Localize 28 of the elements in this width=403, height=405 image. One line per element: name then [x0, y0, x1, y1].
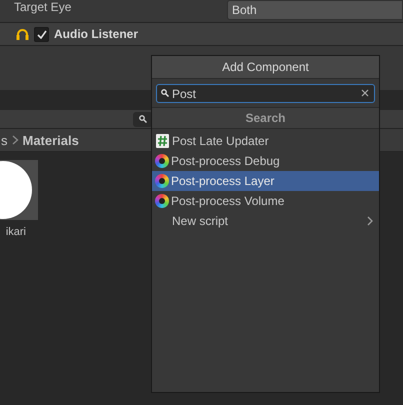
aperture-icon	[155, 194, 169, 208]
menu-item[interactable]: Post-process Volume	[152, 191, 379, 211]
component-title: Audio Listener	[54, 27, 138, 41]
material-thumbnail[interactable]	[0, 160, 38, 220]
menu-item[interactable]: New script	[152, 211, 379, 231]
dropdown[interactable]: Both	[227, 0, 403, 20]
chevron-icon	[367, 216, 373, 226]
search-icon	[161, 89, 169, 97]
checkbox[interactable]	[34, 26, 49, 42]
aperture-icon	[155, 174, 169, 188]
asset-name: ikari	[6, 226, 27, 238]
section-header: Search	[152, 107, 379, 129]
headphones-icon	[16, 28, 29, 40]
breadcrumb-item[interactable]: s	[1, 132, 8, 148]
hash-script-icon	[156, 134, 169, 148]
chevron-icon	[12, 135, 18, 145]
breadcrumb-item[interactable]: Materials	[22, 132, 79, 148]
popup-title: Add Component	[152, 56, 379, 79]
search-field[interactable]: Post	[156, 84, 375, 103]
search-field[interactable]	[133, 112, 153, 126]
field-label: Target Eye	[14, 0, 72, 14]
clear-icon[interactable]	[361, 89, 369, 97]
checkmark-icon	[36, 30, 46, 38]
menu-item[interactable]: Post-process Debug	[152, 151, 379, 171]
aperture-icon	[155, 154, 169, 168]
menu-item[interactable]: Post-process Layer	[152, 171, 379, 191]
search-icon	[139, 115, 147, 123]
menu-item[interactable]: Post Late Updater	[152, 131, 379, 151]
